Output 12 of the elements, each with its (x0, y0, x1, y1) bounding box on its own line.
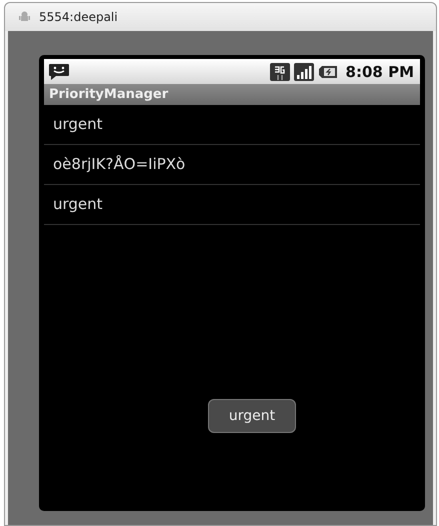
chat-bubble-icon (48, 62, 70, 80)
window-title: 5554:deepali (39, 10, 118, 24)
status-time: 8:08 PM (346, 62, 414, 80)
list-item[interactable]: oè8rjIK?ÅO=IiPXò (44, 145, 420, 185)
battery-icon (318, 64, 338, 78)
signal-icon (294, 62, 314, 80)
network-3g-icon (270, 62, 290, 80)
app-title-bar: PriorityManager (44, 84, 420, 105)
android-robot-icon (19, 11, 30, 23)
toast-message: urgent (208, 399, 296, 433)
list-item[interactable]: urgent (44, 185, 420, 225)
list-item[interactable]: urgent (44, 105, 420, 145)
